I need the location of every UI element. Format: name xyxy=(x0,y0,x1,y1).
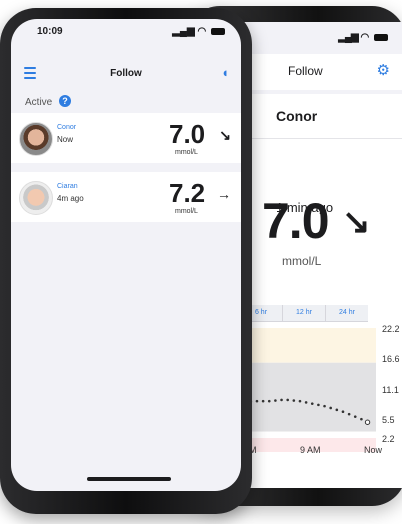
header-title: Follow xyxy=(110,68,142,79)
status-time: 10:09 xyxy=(37,26,63,37)
tab-12hr[interactable]: 12 hr xyxy=(282,305,325,321)
status-icons: ▂▄▆ ◠ xyxy=(172,26,225,37)
glucose-unit: mmol/L xyxy=(175,149,198,156)
home-indicator[interactable] xyxy=(87,477,171,481)
active-section-header: Active ? xyxy=(11,91,241,115)
section-label: Active xyxy=(25,97,53,108)
arrow-down-right-icon: ↘ xyxy=(219,127,231,143)
reading-point xyxy=(335,408,339,412)
front-phone-screen: 10:09 ▂▄▆ ◠ Follow ◖ Active ? Conor Now … xyxy=(11,19,241,491)
y-tick-label: 16.6 xyxy=(382,354,400,364)
x-tick-label: 9 AM xyxy=(300,445,321,455)
help-icon[interactable]: ? xyxy=(59,95,71,107)
reading-point xyxy=(286,398,289,402)
follower-reading-time: Now xyxy=(57,135,74,144)
glucose-value: 7.0 xyxy=(169,119,206,149)
x-tick-label: Now xyxy=(364,445,383,455)
signal-icon: ▂▄▆ xyxy=(172,26,195,37)
y-tick-label: 2.2 xyxy=(382,434,395,444)
y-tick-label: 5.5 xyxy=(382,415,395,425)
wifi-icon: ◠ xyxy=(197,26,207,37)
follower-name: Conor xyxy=(276,108,318,124)
wifi-icon: ◠ xyxy=(360,32,370,43)
glucose-value: 7.0 xyxy=(262,193,330,249)
avatar xyxy=(19,122,53,156)
glucose-value: 7.2 xyxy=(169,178,206,208)
reading-point xyxy=(310,402,314,405)
status-bar: 10:09 ▂▄▆ ◠ xyxy=(11,26,241,42)
follower-name: Conor xyxy=(57,124,77,131)
reading-point xyxy=(353,415,357,418)
status-bar: ▂▄▆ ◠ xyxy=(338,32,388,43)
reading-point xyxy=(329,406,332,410)
header-title: Follow xyxy=(288,64,323,78)
reading-point xyxy=(347,412,351,416)
y-tick-label: 22.2 xyxy=(382,324,400,334)
reading-point xyxy=(255,399,259,403)
reading-point xyxy=(267,399,271,403)
gear-icon[interactable]: ⚙ xyxy=(377,61,390,79)
reading-point xyxy=(298,399,302,403)
tab-24hr[interactable]: 24 hr xyxy=(325,305,368,321)
reading-point xyxy=(274,399,277,402)
reading-point xyxy=(323,404,326,408)
battery-icon xyxy=(211,27,225,35)
y-tick-label: 11.1 xyxy=(382,385,399,395)
reading-point xyxy=(317,403,320,407)
arrow-down-right-icon: ↘ xyxy=(342,203,371,241)
follower-reading-time: 4m ago xyxy=(57,194,84,203)
avatar xyxy=(19,181,53,215)
glucose-unit: mmol/L xyxy=(175,208,198,215)
arrow-right-icon: → xyxy=(217,186,231,202)
reading-point xyxy=(280,398,283,402)
reading-point xyxy=(261,399,265,403)
reading-point xyxy=(341,410,345,413)
battery-icon xyxy=(374,33,388,41)
moon-icon[interactable]: ◖ xyxy=(221,65,229,80)
reading-point xyxy=(360,417,363,421)
follower-name: Ciaran xyxy=(57,183,78,190)
app-header: Follow ◖ xyxy=(11,57,241,91)
signal-icon: ▂▄▆ xyxy=(338,32,358,43)
glucose-unit: mmol/L xyxy=(282,254,322,268)
current-reading-point xyxy=(364,419,371,425)
reading-point xyxy=(292,399,296,402)
follower-card-conor[interactable]: Conor Now 7.0 mmol/L ↘ xyxy=(11,113,241,163)
follower-card-ciaran[interactable]: Ciaran 4m ago 7.2 mmol/L → xyxy=(11,172,241,222)
reading-point xyxy=(304,401,308,404)
